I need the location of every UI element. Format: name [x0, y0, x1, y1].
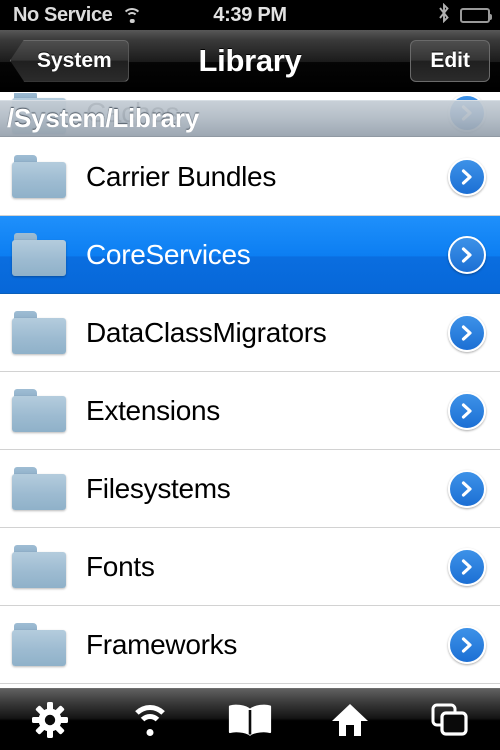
bluetooth-icon [438, 3, 450, 28]
device-screen: No Service 4:39 PM System Library Edit [0, 0, 500, 750]
edit-button-label: Edit [430, 49, 470, 73]
list-item[interactable]: Fonts [0, 528, 500, 606]
list-item[interactable]: Extensions [0, 372, 500, 450]
toolbar-button-bookmarks[interactable] [211, 692, 289, 748]
directory-list[interactable]: Caches /System/Library Carrier BundlesCo… [0, 93, 500, 688]
home-icon [330, 702, 370, 738]
breadcrumb-path: /System/Library [0, 103, 199, 134]
chevron-right-icon[interactable] [448, 548, 486, 586]
list-item[interactable]: DataClassMigrators [0, 294, 500, 372]
list-item[interactable]: CoreServices [0, 216, 500, 294]
navigation-bar: System Library Edit [0, 30, 500, 92]
chevron-right-icon[interactable] [448, 470, 486, 508]
status-bar: No Service 4:39 PM [0, 0, 500, 30]
list-item-label: CoreServices [86, 239, 250, 271]
folder-icon [12, 467, 68, 511]
toolbar-button-settings[interactable] [11, 692, 89, 748]
list-item-label: Fonts [86, 551, 155, 583]
folder-icon [12, 311, 68, 355]
folder-icon [12, 389, 68, 433]
list-item-label: Filesystems [86, 473, 231, 505]
edit-button[interactable]: Edit [410, 40, 490, 82]
wifi-icon [128, 705, 172, 735]
book-icon [227, 703, 273, 737]
toolbar-button-home[interactable] [311, 692, 389, 748]
folder-icon [12, 233, 68, 277]
chevron-right-icon[interactable] [448, 158, 486, 196]
toolbar-button-network[interactable] [111, 692, 189, 748]
bottom-toolbar [0, 688, 500, 750]
clock-label: 4:39 PM [0, 4, 500, 27]
list-item[interactable]: Filesystems [0, 450, 500, 528]
folder-icon [12, 155, 68, 199]
section-header: /System/Library [0, 100, 500, 137]
toolbar-button-tabs[interactable] [411, 692, 489, 748]
chevron-right-icon[interactable] [448, 626, 486, 664]
folder-icon [12, 623, 68, 667]
list-item[interactable]: Frameworks [0, 606, 500, 684]
status-bar-right [438, 0, 490, 30]
list-item-label: Carrier Bundles [86, 161, 276, 193]
list-item-label: Frameworks [86, 629, 237, 661]
chevron-right-icon[interactable] [448, 236, 486, 274]
gear-icon [30, 700, 70, 740]
battery-icon [460, 8, 490, 23]
list-rows: Carrier Bundles CoreServices DataClassMigr… [0, 138, 500, 684]
chevron-right-icon[interactable] [448, 392, 486, 430]
chevron-right-icon[interactable] [448, 314, 486, 352]
folder-icon [12, 545, 68, 589]
list-item[interactable]: Carrier Bundles [0, 138, 500, 216]
list-item-label: Extensions [86, 395, 220, 427]
copy-icon [431, 703, 469, 737]
list-item-label: DataClassMigrators [86, 317, 326, 349]
